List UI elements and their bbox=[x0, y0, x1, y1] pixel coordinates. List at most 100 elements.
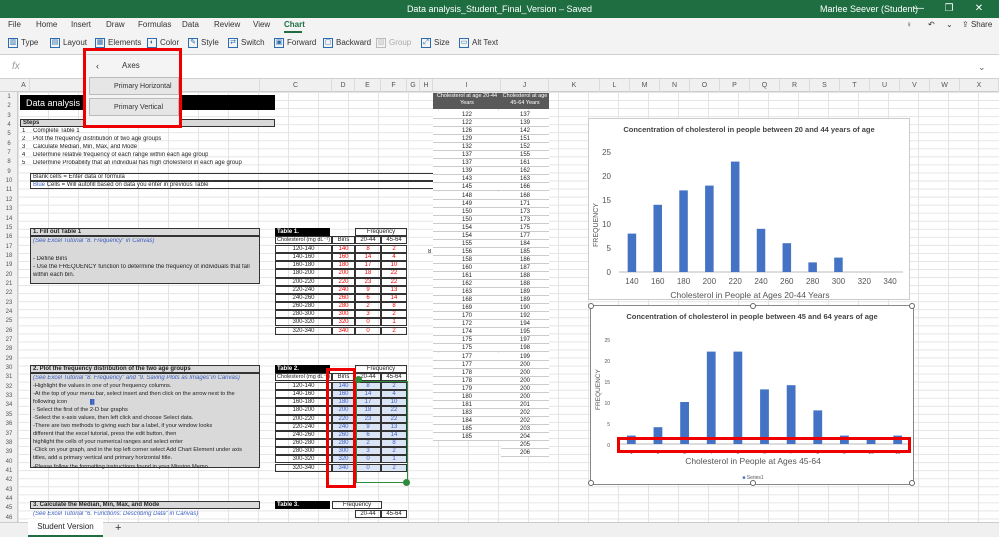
row-header[interactable]: 41 bbox=[0, 468, 18, 477]
bar[interactable] bbox=[733, 351, 743, 444]
bar[interactable] bbox=[627, 233, 637, 272]
column-header[interactable]: G bbox=[407, 79, 420, 92]
column-header[interactable]: F bbox=[381, 79, 407, 92]
menu-formulas[interactable]: Formulas bbox=[138, 20, 171, 29]
type-button[interactable]: ▥ Type bbox=[8, 38, 38, 48]
column-header[interactable]: O bbox=[690, 79, 720, 92]
row-header[interactable]: 26 bbox=[0, 328, 18, 337]
row-header[interactable]: 3 bbox=[0, 113, 18, 122]
column-header[interactable]: E bbox=[355, 79, 381, 92]
bar[interactable] bbox=[706, 351, 716, 444]
lightbulb-icon[interactable]: ♀ bbox=[906, 20, 912, 29]
sheet-tab-student-version[interactable]: Student Version bbox=[28, 519, 103, 537]
maximize-button[interactable]: ❐ bbox=[935, 2, 963, 16]
resize-handle[interactable] bbox=[909, 480, 915, 486]
row-header[interactable]: 33 bbox=[0, 393, 18, 402]
bar[interactable] bbox=[834, 257, 843, 272]
row-header[interactable]: 24 bbox=[0, 309, 18, 318]
row-header[interactable]: 28 bbox=[0, 346, 18, 355]
row-header[interactable]: 13 bbox=[0, 206, 18, 215]
resize-handle[interactable] bbox=[750, 303, 756, 309]
row-header[interactable]: 2 bbox=[0, 103, 18, 112]
bar[interactable] bbox=[808, 262, 817, 272]
bar[interactable] bbox=[782, 243, 792, 272]
elements-button[interactable]: ▦ Elements bbox=[95, 38, 141, 48]
forward-button[interactable]: ▣ Forward bbox=[274, 38, 316, 48]
row-header[interactable]: 27 bbox=[0, 337, 18, 346]
user-name[interactable]: Marlee Seever (Student) bbox=[820, 4, 918, 14]
row-header[interactable]: 39 bbox=[0, 449, 18, 458]
group-button[interactable]: ▧ Group bbox=[376, 38, 411, 48]
column-header[interactable]: I bbox=[433, 79, 501, 92]
row-header[interactable]: 29 bbox=[0, 356, 18, 365]
selection-handle[interactable] bbox=[403, 479, 410, 486]
row-header[interactable]: 18 bbox=[0, 253, 18, 262]
row-header[interactable]: 4 bbox=[0, 122, 18, 131]
column-header[interactable]: W bbox=[930, 79, 960, 92]
column-header[interactable]: K bbox=[549, 79, 600, 92]
switch-button[interactable]: ⇄ Switch bbox=[228, 38, 265, 48]
column-header[interactable]: D bbox=[332, 79, 355, 92]
row-header[interactable]: 19 bbox=[0, 262, 18, 271]
column-header[interactable]: S bbox=[810, 79, 840, 92]
column-header[interactable]: C bbox=[260, 79, 332, 92]
redo-icon[interactable]: ⌄ bbox=[946, 20, 953, 29]
row-header[interactable]: 9 bbox=[0, 169, 18, 178]
row-header[interactable]: 7 bbox=[0, 150, 18, 159]
menu-insert[interactable]: Insert bbox=[71, 20, 91, 29]
column-header[interactable]: T bbox=[840, 79, 870, 92]
column-header[interactable]: R bbox=[780, 79, 810, 92]
bar[interactable] bbox=[705, 185, 714, 272]
bar[interactable] bbox=[653, 204, 662, 272]
bar[interactable] bbox=[786, 385, 796, 444]
row-header[interactable]: 45 bbox=[0, 505, 18, 514]
row-header[interactable]: 1 bbox=[0, 94, 18, 103]
row-header[interactable]: 15 bbox=[0, 225, 18, 234]
bar[interactable] bbox=[756, 228, 766, 272]
row-header[interactable]: 42 bbox=[0, 477, 18, 486]
row-header[interactable]: 11 bbox=[0, 187, 18, 196]
column-header[interactable]: U bbox=[870, 79, 900, 92]
add-sheet-button[interactable]: + bbox=[115, 522, 121, 534]
bar[interactable] bbox=[679, 190, 688, 272]
row-header[interactable]: 5 bbox=[0, 131, 18, 140]
alt-text-button[interactable]: ▭ Alt Text bbox=[459, 38, 498, 48]
selection-handle[interactable] bbox=[355, 376, 362, 383]
resize-handle[interactable] bbox=[588, 303, 594, 309]
row-header[interactable]: 20 bbox=[0, 272, 18, 281]
menu-data[interactable]: Data bbox=[182, 20, 199, 29]
menu-view[interactable]: View bbox=[253, 20, 270, 29]
bar[interactable] bbox=[760, 389, 769, 444]
resize-handle[interactable] bbox=[909, 303, 915, 309]
undo-icon[interactable]: ↶ bbox=[928, 20, 935, 29]
menu-chart[interactable]: Chart bbox=[284, 20, 305, 29]
row-header[interactable]: 40 bbox=[0, 459, 18, 468]
row-header[interactable]: 25 bbox=[0, 318, 18, 327]
menu-home[interactable]: Home bbox=[36, 20, 57, 29]
column-header[interactable]: Q bbox=[750, 79, 780, 92]
row-header[interactable]: 17 bbox=[0, 244, 18, 253]
backward-button[interactable]: ▢ Backward bbox=[323, 38, 371, 48]
share-button[interactable]: ⇪ Share bbox=[962, 20, 992, 29]
column-header[interactable]: X bbox=[960, 79, 999, 92]
row-header[interactable]: 43 bbox=[0, 487, 18, 496]
row-header[interactable]: 34 bbox=[0, 402, 18, 411]
column-header[interactable]: H bbox=[420, 79, 433, 92]
row-header[interactable]: 22 bbox=[0, 290, 18, 299]
column-header[interactable]: N bbox=[660, 79, 690, 92]
column-header[interactable]: A bbox=[18, 79, 30, 92]
style-button[interactable]: ✎ Style bbox=[188, 38, 219, 48]
resize-handle[interactable] bbox=[750, 480, 756, 486]
expand-formula-icon[interactable]: ⌄ bbox=[978, 62, 986, 73]
row-header[interactable]: 32 bbox=[0, 384, 18, 393]
row-header[interactable]: 30 bbox=[0, 365, 18, 374]
resize-handle[interactable] bbox=[588, 480, 594, 486]
color-button[interactable]: ◐ Color bbox=[147, 38, 179, 48]
row-header[interactable]: 44 bbox=[0, 496, 18, 505]
row-header[interactable]: 37 bbox=[0, 431, 18, 440]
row-header[interactable]: 36 bbox=[0, 421, 18, 430]
row-header[interactable]: 38 bbox=[0, 440, 18, 449]
minimize-button[interactable]: — bbox=[905, 2, 933, 16]
row-header[interactable]: 8 bbox=[0, 159, 18, 168]
row-header[interactable]: 35 bbox=[0, 412, 18, 421]
